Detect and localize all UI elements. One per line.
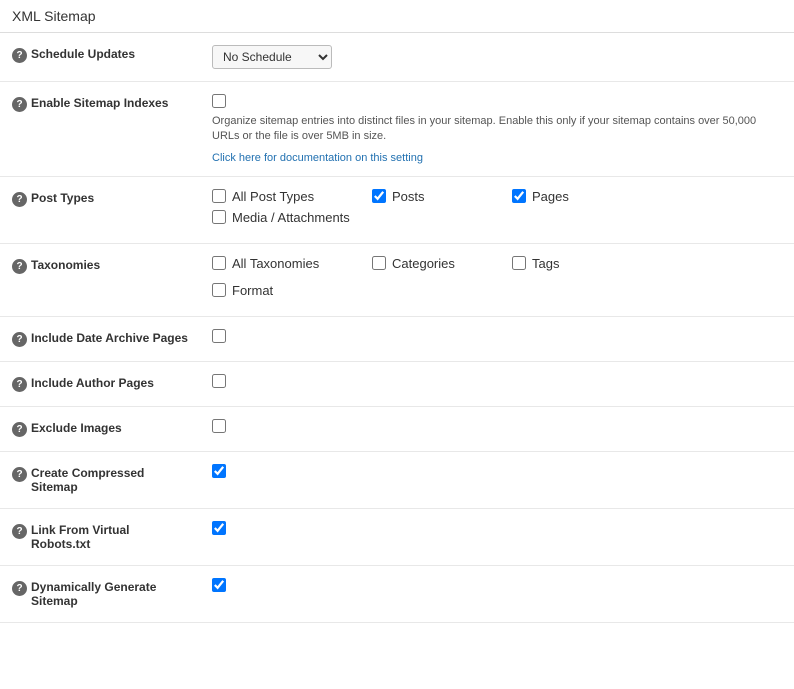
enable-sitemap-indexes-row: ? Enable Sitemap Indexes Organize sitema…	[0, 82, 794, 177]
include-date-archive-label: Include Date Archive Pages	[31, 331, 188, 345]
taxonomies-label-cell: ? Taxonomies	[0, 243, 200, 316]
section-title: XML Sitemap	[0, 0, 794, 33]
schedule-updates-control: No Schedule Hourly Twice Daily Daily Wee…	[200, 33, 794, 82]
post-types-pages-checkbox[interactable]	[512, 189, 526, 203]
dynamically-generate-sitemap-control	[200, 565, 794, 622]
post-types-help-icon[interactable]: ?	[12, 192, 27, 207]
taxonomies-format-label: Format	[232, 283, 273, 298]
include-author-pages-help-icon[interactable]: ?	[12, 377, 27, 392]
post-types-label-cell: ? Post Types	[0, 176, 200, 243]
post-types-posts-row: Posts	[372, 189, 512, 204]
taxonomies-categories-row: Categories	[372, 256, 512, 271]
include-date-archive-help-icon[interactable]: ?	[12, 332, 27, 347]
link-from-virtual-robots-label: Link From Virtual Robots.txt	[31, 523, 188, 551]
schedule-updates-label-cell: ? Schedule Updates	[0, 33, 200, 82]
enable-sitemap-indexes-label-cell: ? Enable Sitemap Indexes	[0, 82, 200, 177]
taxonomies-categories-label: Categories	[392, 256, 455, 271]
create-compressed-sitemap-label-cell: ? Create Compressed Sitemap	[0, 451, 200, 508]
enable-sitemap-indexes-control: Organize sitemap entries into distinct f…	[200, 82, 794, 177]
taxonomies-control: All Taxonomies Categories Tags Format	[200, 243, 794, 316]
taxonomies-label: Taxonomies	[31, 258, 100, 272]
post-types-all-label: All Post Types	[232, 189, 314, 204]
include-author-pages-checkbox[interactable]	[212, 374, 226, 388]
post-types-all-checkbox[interactable]	[212, 189, 226, 203]
dynamically-generate-sitemap-row: ? Dynamically Generate Sitemap	[0, 565, 794, 622]
post-types-media-checkbox[interactable]	[212, 210, 226, 224]
taxonomies-categories-checkbox[interactable]	[372, 256, 386, 270]
link-from-virtual-robots-help-icon[interactable]: ?	[12, 524, 27, 539]
taxonomies-all-row: All Taxonomies	[212, 256, 372, 271]
dynamically-generate-sitemap-label: Dynamically Generate Sitemap	[31, 580, 188, 608]
taxonomies-tags-checkbox[interactable]	[512, 256, 526, 270]
enable-sitemap-indexes-description: Organize sitemap entries into distinct f…	[212, 114, 772, 145]
create-compressed-sitemap-checkbox[interactable]	[212, 464, 226, 478]
include-date-archive-label-cell: ? Include Date Archive Pages	[0, 316, 200, 361]
schedule-updates-select[interactable]: No Schedule Hourly Twice Daily Daily Wee…	[212, 45, 332, 69]
include-author-pages-control	[200, 361, 794, 406]
dynamically-generate-sitemap-help-icon[interactable]: ?	[12, 581, 27, 596]
link-from-virtual-robots-control	[200, 508, 794, 565]
schedule-updates-row: ? Schedule Updates No Schedule Hourly Tw…	[0, 33, 794, 82]
taxonomies-row: ? Taxonomies All Taxonomies Categories	[0, 243, 794, 316]
taxonomies-all-label: All Taxonomies	[232, 256, 319, 271]
taxonomies-help-icon[interactable]: ?	[12, 259, 27, 274]
exclude-images-label-cell: ? Exclude Images	[0, 406, 200, 451]
link-from-virtual-robots-label-cell: ? Link From Virtual Robots.txt	[0, 508, 200, 565]
link-from-virtual-robots-row: ? Link From Virtual Robots.txt	[0, 508, 794, 565]
enable-sitemap-indexes-checkbox[interactable]	[212, 94, 226, 108]
post-types-all-row: All Post Types	[212, 189, 372, 204]
include-author-pages-label: Include Author Pages	[31, 376, 154, 390]
exclude-images-control	[200, 406, 794, 451]
enable-sitemap-indexes-label: Enable Sitemap Indexes	[31, 96, 168, 110]
post-types-posts-checkbox[interactable]	[372, 189, 386, 203]
post-types-posts-label: Posts	[392, 189, 425, 204]
create-compressed-sitemap-label: Create Compressed Sitemap	[31, 466, 188, 494]
include-author-pages-row: ? Include Author Pages	[0, 361, 794, 406]
post-types-pages-row: Pages	[512, 189, 652, 204]
post-types-row: ? Post Types All Post Types Posts	[0, 176, 794, 243]
dynamically-generate-sitemap-checkbox[interactable]	[212, 578, 226, 592]
enable-sitemap-indexes-doc-link[interactable]: Click here for documentation on this set…	[212, 152, 423, 164]
post-types-label: Post Types	[31, 191, 94, 205]
include-date-archive-row: ? Include Date Archive Pages	[0, 316, 794, 361]
taxonomies-format-row: Format	[212, 283, 372, 298]
post-types-media-label: Media / Attachments	[232, 210, 350, 225]
post-types-pages-label: Pages	[532, 189, 569, 204]
post-types-media-row: Media / Attachments	[212, 210, 372, 225]
exclude-images-checkbox[interactable]	[212, 419, 226, 433]
exclude-images-help-icon[interactable]: ?	[12, 422, 27, 437]
create-compressed-sitemap-help-icon[interactable]: ?	[12, 467, 27, 482]
exclude-images-row: ? Exclude Images	[0, 406, 794, 451]
exclude-images-label: Exclude Images	[31, 421, 122, 435]
page-container: XML Sitemap ? Schedule Updates No Schedu…	[0, 0, 794, 689]
settings-table: ? Schedule Updates No Schedule Hourly Tw…	[0, 33, 794, 623]
dynamically-generate-sitemap-label-cell: ? Dynamically Generate Sitemap	[0, 565, 200, 622]
taxonomies-tags-label: Tags	[532, 256, 559, 271]
schedule-updates-help-icon[interactable]: ?	[12, 48, 27, 63]
taxonomies-tags-row: Tags	[512, 256, 652, 271]
post-types-control: All Post Types Posts Pages Media / Attac…	[200, 176, 794, 243]
schedule-updates-label: Schedule Updates	[31, 47, 135, 61]
include-date-archive-control	[200, 316, 794, 361]
taxonomies-format-checkbox[interactable]	[212, 283, 226, 297]
include-date-archive-checkbox[interactable]	[212, 329, 226, 343]
link-from-virtual-robots-checkbox[interactable]	[212, 521, 226, 535]
include-author-pages-label-cell: ? Include Author Pages	[0, 361, 200, 406]
create-compressed-sitemap-row: ? Create Compressed Sitemap	[0, 451, 794, 508]
create-compressed-sitemap-control	[200, 451, 794, 508]
taxonomies-all-checkbox[interactable]	[212, 256, 226, 270]
enable-sitemap-indexes-help-icon[interactable]: ?	[12, 97, 27, 112]
